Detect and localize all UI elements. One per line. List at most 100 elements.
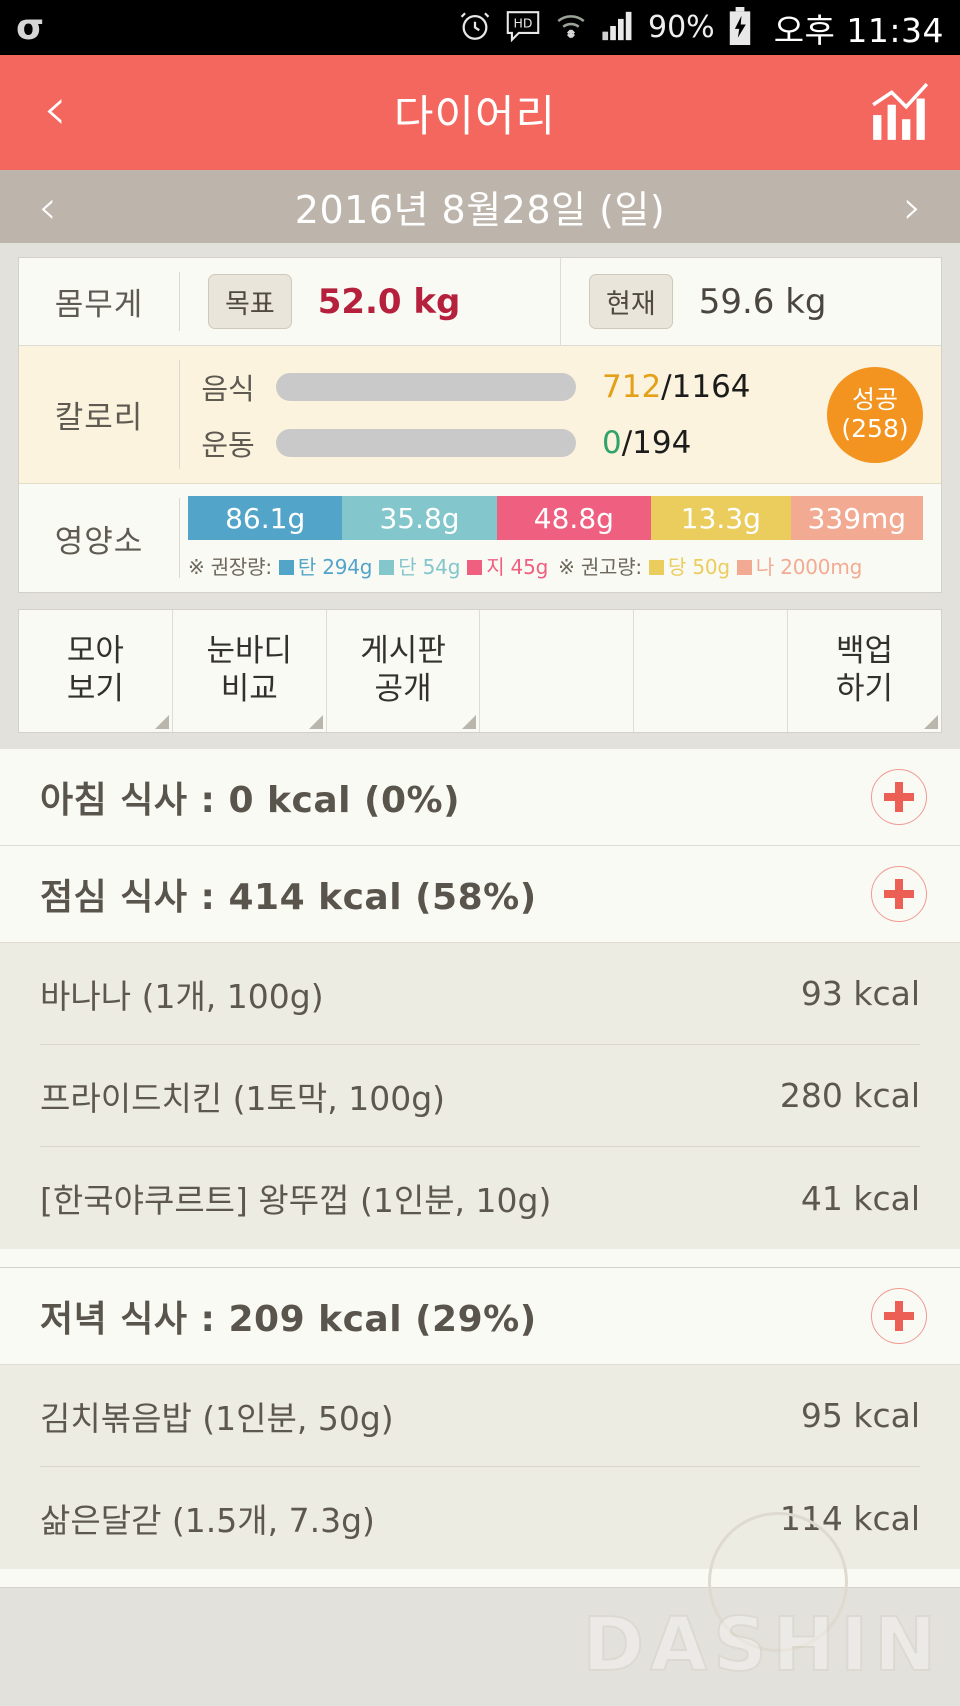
weight-row[interactable]: 몸무게 목표 52.0 kg 현재 59.6 kg [19,258,941,346]
exercise-total: /194 [621,424,692,461]
nutrient-row[interactable]: 영양소 86.1g 35.8g 48.8g 13.3g 339mg ※ 권장량: 탄 29… [19,484,941,592]
plus-circle-icon[interactable] [871,769,927,825]
status-bar: σ HD 90% 오후 11:34 [0,0,960,55]
food-label: 음식 [201,371,255,406]
nutrient-segment: 48.8g [496,496,652,540]
weight-row-label: 몸무게 [54,287,144,323]
legend-label: 나 2000mg [755,555,863,579]
legend-label: 당 50g [667,555,730,579]
meal-title: 점심 식사 : 414 kcal (58%) [40,877,537,918]
action-button[interactable]: 게시판 공개 [327,610,481,732]
section-gap [0,1249,960,1267]
nutrient-legend-item: 나 2000mg [730,551,862,580]
hd-icon: HD [505,10,541,46]
action-button-line1: 게시판 [360,633,446,670]
watermark-globe-icon [708,1512,848,1652]
signal-icon [601,10,635,46]
legend-swatch-icon [379,560,395,575]
legend-swatch-icon [648,560,664,575]
food-row[interactable]: [한국야쿠르트] 왕뚜껍 (1인분, 10g) 41 kcal [40,1147,920,1249]
legend-swatch-icon [736,560,752,575]
nutrient-legend-item: 지 45g [460,551,548,580]
action-button-line1: 눈바디 [206,633,293,670]
action-button[interactable]: 백업 하기 [788,610,941,732]
app-logo-icon: σ [16,6,44,48]
action-button-row: 모아 보기 눈바디 비교 게시판 공개 백업 하기 [18,609,942,733]
previous-day-button[interactable]: ‹ [0,184,95,230]
calorie-row-label: 칼로리 [54,400,144,436]
status-badge-value: (258) [841,413,909,443]
nutrient-legend: ※ 권장량: 탄 294g 단 54g 지 45g ※ 권고량: 당 50g 나 2000m… [188,551,923,580]
corner-fold-icon [923,715,938,729]
legend-swatch-icon [467,560,483,575]
status-badge: 성공 (258) [827,366,923,463]
corner-fold-icon [308,715,323,729]
next-day-button[interactable]: › [865,184,960,230]
nutrient-row-label: 영양소 [54,523,144,560]
current-date-label[interactable]: 2016년 8월28일 (일) [95,179,865,234]
food-name: [한국야쿠르트] 왕뚜껍 (1인분, 10g) [40,1181,552,1220]
action-button-line2: 비교 [220,671,278,707]
food-list: 바나나 (1개, 100g) 93 kcal 프라이드치킨 (1토막, 100g) 2… [0,943,960,1249]
food-row[interactable]: 바나나 (1개, 100g) 93 kcal [40,943,920,1045]
food-calories: 41 kcal [800,1178,920,1218]
meal-title: 아침 식사 : 0 kcal (0%) [40,780,461,821]
exercise-calorie-line[interactable]: 운동 0/194 [180,422,931,464]
meal-header[interactable]: 아침 식사 : 0 kcal (0%) [0,749,960,846]
action-button-empty [634,610,789,732]
app-header: ‹ 다이어리 [0,55,960,170]
nutrient-segment: 339mg [790,496,923,540]
legend-label: 단 54g [398,555,461,579]
bar-chart-icon[interactable] [840,82,960,144]
summary-card: 몸무게 목표 52.0 kg 현재 59.6 kg 칼로리 음식 712/116… [18,257,942,593]
nutrient-bar: 86.1g 35.8g 48.8g 13.3g 339mg [188,496,923,540]
food-eaten: 712 [602,368,662,405]
battery-percent: 90% [648,10,715,45]
legend-swatch-icon [278,560,294,575]
svg-text:HD: HD [514,15,533,30]
weight-current-chip: 현재 [589,274,673,329]
status-badge-label: 성공 [851,384,898,414]
action-button-line2: 보기 [66,671,124,707]
nutrient-legend-prefix: ※ 권고량: [558,555,642,579]
meal-list: 아침 식사 : 0 kcal (0%) 점심 식사 : 414 kcal (58%… [0,749,960,1588]
exercise-label: 운동 [201,427,255,462]
action-button-line2: 하기 [836,671,894,707]
action-button[interactable]: 모아 보기 [19,610,173,732]
food-calories: 95 kcal [800,1396,920,1435]
exercise-calorie-value: 0/194 [602,425,691,461]
plus-circle-icon[interactable] [871,866,927,922]
plus-circle-icon[interactable] [871,1288,927,1344]
weight-current-group[interactable]: 현재 59.6 kg [560,258,941,345]
weight-current-value: 59.6 kg [698,281,827,322]
wifi-icon [554,9,588,47]
nutrient-body: 86.1g 35.8g 48.8g 13.3g 339mg ※ 권장량: 탄 294g 단 … [180,484,941,592]
food-name: 김치볶음밥 (1인분, 50g) [40,1398,394,1438]
action-button[interactable]: 눈바디 비교 [173,610,327,732]
action-button-empty [480,610,635,732]
food-calorie-line[interactable]: 음식 712/1164 [180,366,931,408]
food-name: 바나나 (1개, 100g) [40,976,324,1016]
legend-label: 지 45g [486,555,549,579]
action-button-line1: 백업 [836,633,894,670]
meal-header[interactable]: 점심 식사 : 414 kcal (58%) [0,846,960,943]
meal-header[interactable]: 저녁 식사 : 209 kcal (29%) [0,1268,960,1365]
weight-goal-value: 52.0 kg [317,281,461,322]
food-row[interactable]: 프라이드치킨 (1토막, 100g) 280 kcal [40,1045,920,1147]
nutrient-segment: 86.1g [188,496,343,540]
battery-charging-icon [728,6,752,49]
nutrient-legend-item: 탄 294g [272,551,372,580]
calorie-row[interactable]: 칼로리 음식 712/1164 운동 0/194 성공 (258) [19,346,941,484]
nutrient-segment: 35.8g [342,496,497,540]
nutrient-legend-prefix: ※ 권장량: [188,555,272,579]
alarm-clock-icon [458,9,492,47]
weight-goal-group[interactable]: 목표 52.0 kg [180,258,560,345]
food-row[interactable]: 김치볶음밥 (1인분, 50g) 95 kcal [40,1365,920,1467]
page-title: 다이어리 [393,91,557,142]
nutrient-legend-item: 당 50g [642,551,730,580]
nutrient-segment: 13.3g [651,496,791,540]
weight-goal-chip: 목표 [208,274,292,329]
action-button-line1: 모아 [66,633,124,670]
back-button[interactable]: ‹ [0,79,110,147]
food-calories: 280 kcal [779,1076,920,1115]
